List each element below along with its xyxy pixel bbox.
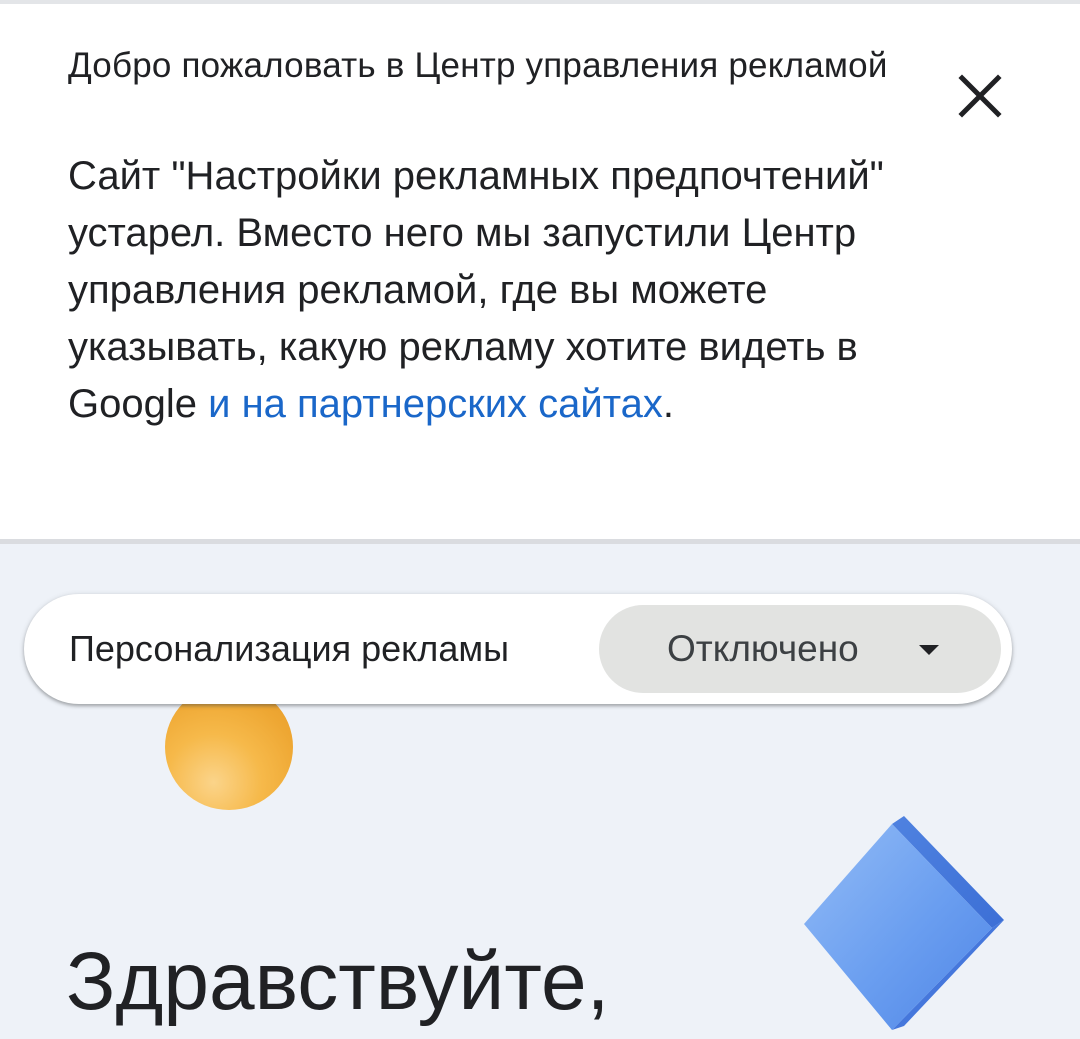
decorative-blue-diamond [804,816,1004,1030]
greeting-heading: Здравствуйте, [66,936,610,1027]
ads-center-banner: Добро пожаловать в Центр управления рекл… [0,4,1080,544]
ad-personalization-row: Персонализация рекламы Отключено [24,594,1012,704]
ad-personalization-label: Персонализация рекламы [69,628,509,669]
banner-body: Сайт "Настройки рекламных предпочтений" … [68,148,918,433]
banner-body-period: . [662,382,674,426]
ad-personalization-value: Отключено [667,628,859,669]
close-banner-button[interactable] [950,66,1010,126]
close-icon [958,74,1002,118]
ad-personalization-dropdown[interactable]: Отключено [599,605,1001,693]
partner-sites-link[interactable]: и на партнерских сайтах [208,382,663,426]
banner-title: Добро пожаловать в Центр управления рекл… [68,46,888,85]
dropdown-arrow-icon [919,645,939,655]
